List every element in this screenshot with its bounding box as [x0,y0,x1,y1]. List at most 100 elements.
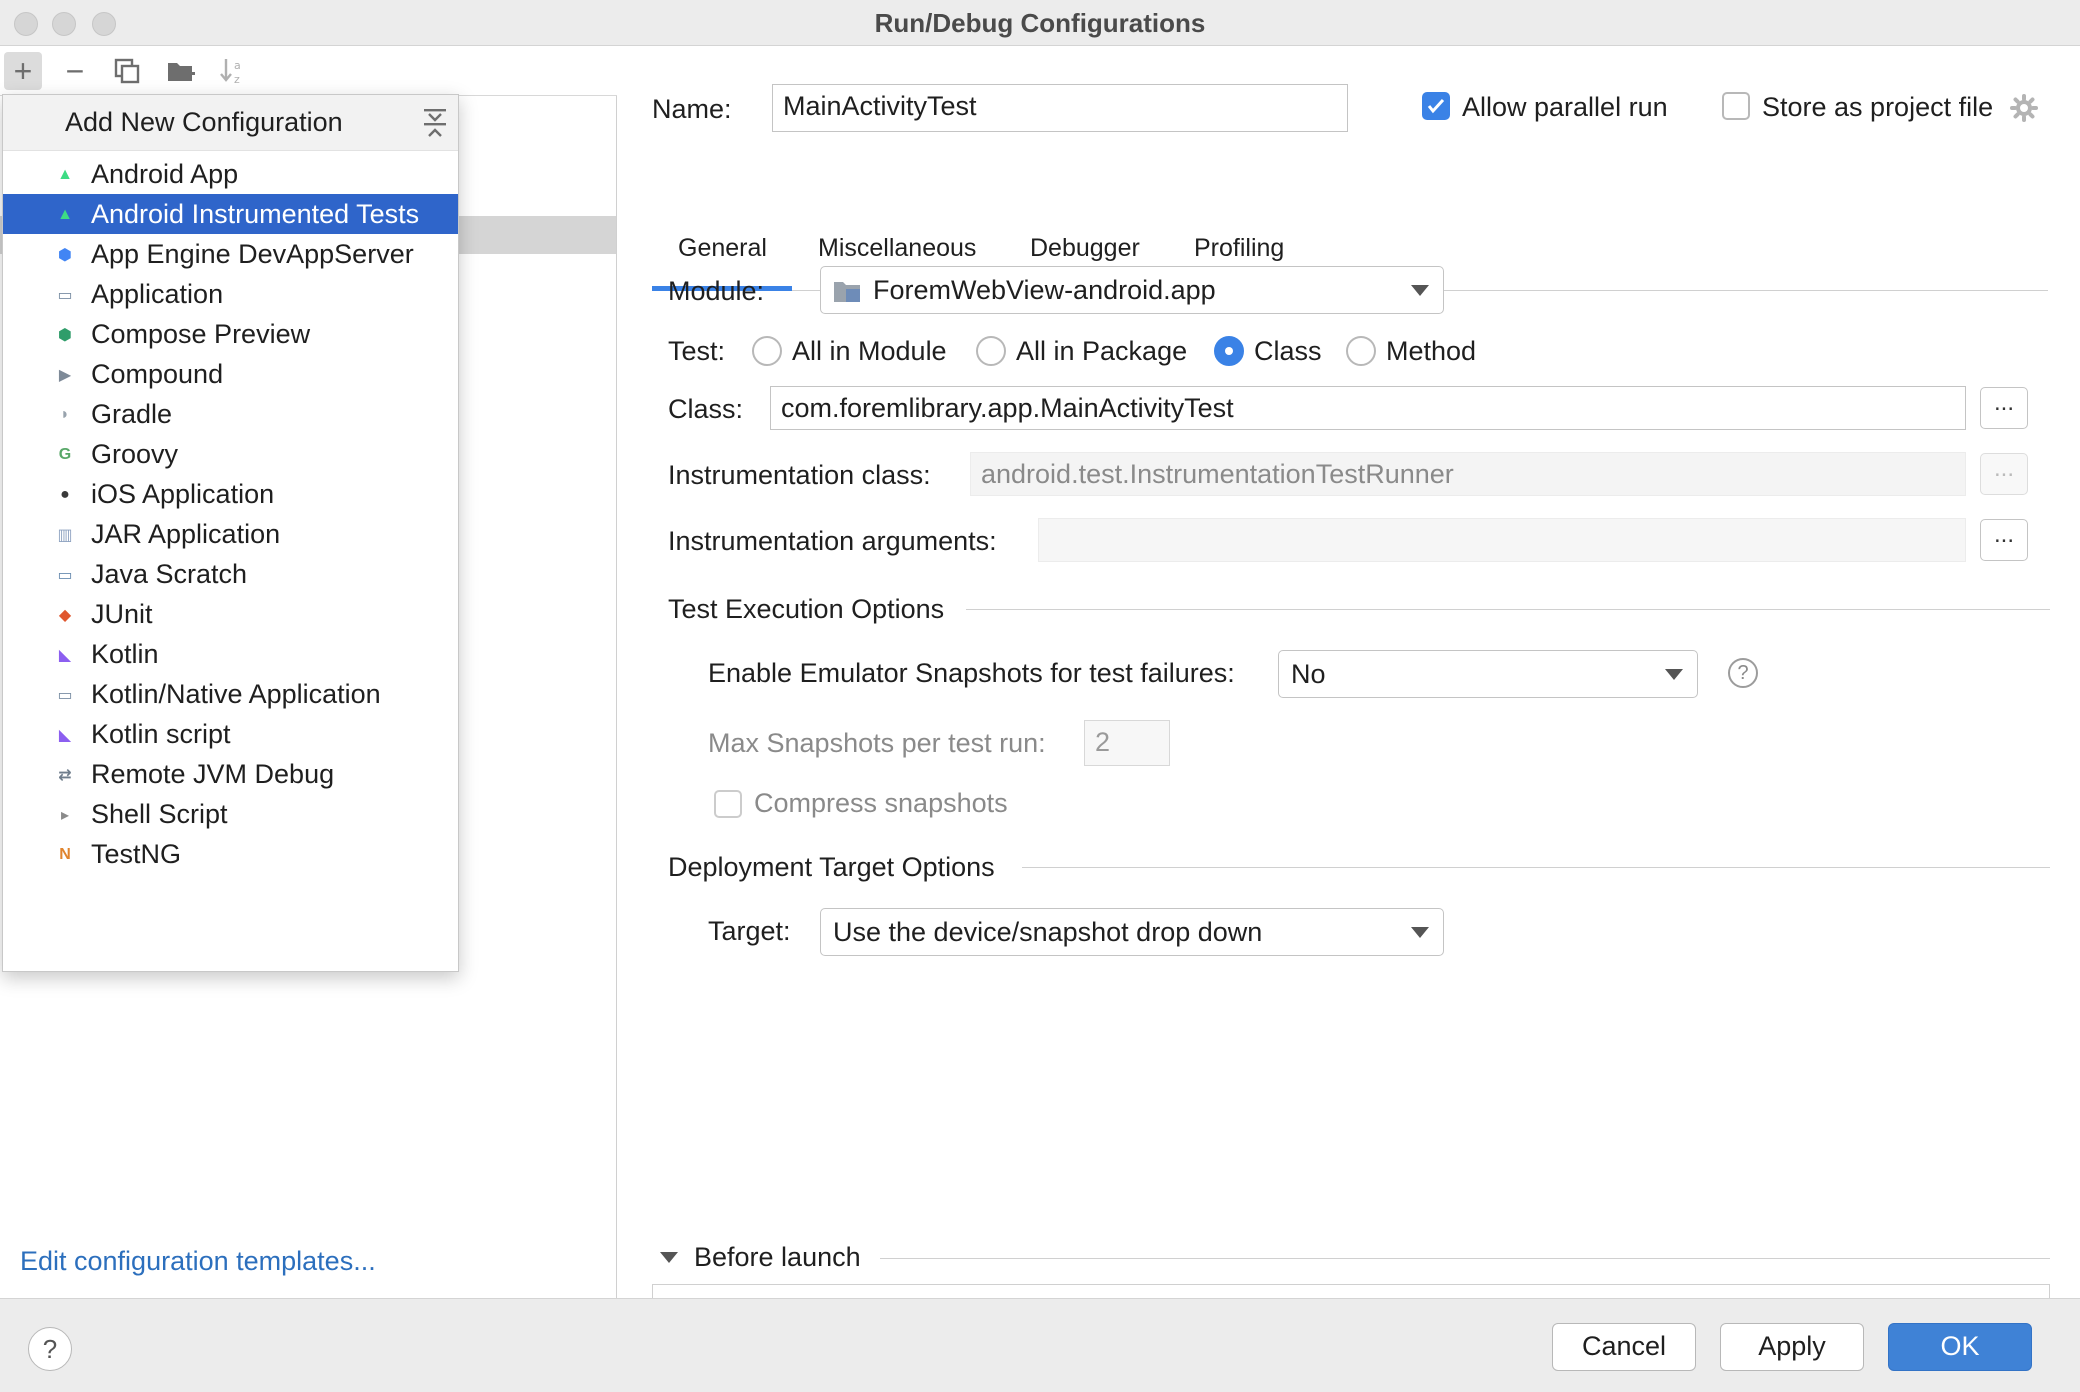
module-folder-icon [834,282,860,302]
help-button[interactable]: ? [28,1327,72,1371]
configuration-type-label: App Engine DevAppServer [91,239,414,269]
configuration-type-label: TestNG [91,839,182,869]
instrumentation-class-input[interactable]: android.test.InstrumentationTestRunner [970,452,1966,496]
module-dropdown[interactable]: ForemWebView-android.app [820,266,1444,314]
before-launch-label[interactable]: Before launch [694,1242,861,1273]
dropdown-arrow-icon [1411,927,1429,938]
instrumentation-class-browse-button[interactable]: ... [1980,453,2028,495]
apply-button[interactable]: Apply [1720,1323,1864,1371]
jar-icon: ▥ [57,527,73,544]
tab-miscellaneous[interactable]: Miscellaneous [818,234,976,263]
folder-add-icon [168,63,195,81]
configuration-type-label: Java Scratch [91,559,248,589]
configuration-type-item[interactable]: ◣ Kotlin [3,634,458,674]
max-snapshots-label: Max Snapshots per test run: [708,728,1046,758]
java-scratch-icon: ▭ [57,567,73,584]
configuration-type-item[interactable]: ▭ Java Scratch [3,554,458,594]
compress-snapshots-checkbox[interactable] [714,790,742,818]
configuration-type-item[interactable]: ◣ Kotlin script [3,714,458,754]
test-execution-divider [966,609,2050,610]
copy-configuration-button[interactable] [108,52,146,90]
collapse-all-icon[interactable] [420,105,450,141]
copy-icon [114,58,140,84]
configuration-type-item[interactable]: ◆ JUnit [3,594,458,634]
snapshots-value: No [1291,659,1326,689]
popup-title: Add New Configuration [65,107,343,137]
configuration-type-label: Application [91,279,224,309]
android-test-icon: ▲ [57,206,73,223]
new-folder-button[interactable] [162,52,200,90]
apple-icon: ● [60,486,70,503]
name-input[interactable]: MainActivityTest [772,84,1348,132]
configuration-type-item[interactable]: ◗ Gradle [3,394,458,434]
configuration-type-item[interactable]: ▥ JAR Application [3,514,458,554]
tab-profiling[interactable]: Profiling [1194,234,1284,263]
configuration-type-item[interactable]: G Groovy [3,434,458,474]
configuration-type-label: Kotlin script [91,719,231,749]
remove-configuration-button[interactable]: − [56,52,94,90]
snapshots-label: Enable Emulator Snapshots for test failu… [708,658,1235,688]
cancel-button[interactable]: Cancel [1552,1323,1696,1371]
compose-icon: ⬢ [58,327,72,344]
before-launch-task-list [652,1284,2050,1298]
tab-debugger[interactable]: Debugger [1030,234,1140,263]
configuration-type-item[interactable]: ▭ Kotlin/Native Application [3,674,458,714]
radio-class[interactable] [1214,336,1244,366]
configuration-type-label: Compose Preview [91,319,311,349]
configuration-type-label: Compound [91,359,224,389]
configuration-type-item[interactable]: ▲ Android Instrumented Tests [3,194,458,234]
edit-templates-link[interactable]: Edit configuration templates... [20,1246,376,1277]
instrumentation-arguments-browse-button[interactable]: ... [1980,519,2028,561]
configuration-type-item[interactable]: ▶ Compound [3,354,458,394]
configuration-type-label: Remote JVM Debug [91,759,335,789]
dropdown-arrow-icon [1411,285,1429,296]
configuration-type-item[interactable]: ⬢ App Engine DevAppServer [3,234,458,274]
module-value: ForemWebView-android.app [873,275,1216,305]
class-label: Class: [668,394,744,424]
configuration-type-label: Groovy [91,439,179,469]
class-input[interactable]: com.foremlibrary.app.MainActivityTest [770,386,1966,430]
target-dropdown[interactable]: Use the device/snapshot drop down [820,908,1444,956]
target-value: Use the device/snapshot drop down [833,917,1263,947]
window-title: Run/Debug Configurations [874,8,1206,38]
radio-all-in-package[interactable] [976,336,1006,366]
configuration-type-item[interactable]: N TestNG [3,834,458,874]
configuration-type-label: Kotlin/Native Application [91,679,381,709]
configuration-editor: Name: MainActivityTest Allow parallel ru… [618,46,2080,1298]
configuration-type-item[interactable]: ⇄ Remote JVM Debug [3,754,458,794]
store-project-file-checkbox[interactable] [1722,92,1750,120]
compound-icon: ▶ [58,367,72,384]
sort-configurations-button[interactable]: az [214,52,252,90]
configuration-type-item[interactable]: ▭ Application [3,274,458,314]
junit-icon: ◆ [58,607,72,624]
ok-button[interactable]: OK [1888,1323,2032,1371]
class-browse-button[interactable]: ... [1980,387,2028,429]
snapshots-dropdown[interactable]: No [1278,650,1698,698]
radio-method[interactable] [1346,336,1376,366]
configuration-type-item[interactable]: ▲ Android App [3,154,458,194]
configuration-type-item[interactable]: ⬢ Compose Preview [3,314,458,354]
gear-icon[interactable] [2010,94,2038,122]
configuration-type-item[interactable]: ▸ Shell Script [3,794,458,834]
deployment-heading: Deployment Target Options [668,852,995,882]
tab-general[interactable]: General [678,234,767,263]
module-label: Module: [668,276,765,306]
max-snapshots-input[interactable]: 2 [1084,720,1170,766]
test-execution-heading: Test Execution Options [668,594,945,624]
configuration-type-item[interactable]: ● iOS Application [3,474,458,514]
dialog-button-bar: ? Cancel Apply OK [0,1298,2080,1392]
configuration-type-label: Android Instrumented Tests [91,199,420,229]
configuration-type-label: iOS Application [91,479,275,509]
radio-all-in-module[interactable] [752,336,782,366]
allow-parallel-checkbox[interactable] [1422,92,1450,120]
sort-alpha-icon: az [220,59,241,86]
checkmark-icon [1427,98,1445,114]
instrumentation-arguments-label: Instrumentation arguments: [668,526,997,556]
application-icon: ▭ [57,287,73,304]
snapshots-help-icon[interactable]: ? [1728,658,1758,688]
before-launch-expand-icon[interactable] [660,1252,678,1263]
radio-method-label: Method [1386,336,1477,366]
add-configuration-button[interactable]: + [4,52,42,90]
instrumentation-arguments-input[interactable] [1038,518,1966,562]
configuration-type-label: Android App [91,159,239,189]
